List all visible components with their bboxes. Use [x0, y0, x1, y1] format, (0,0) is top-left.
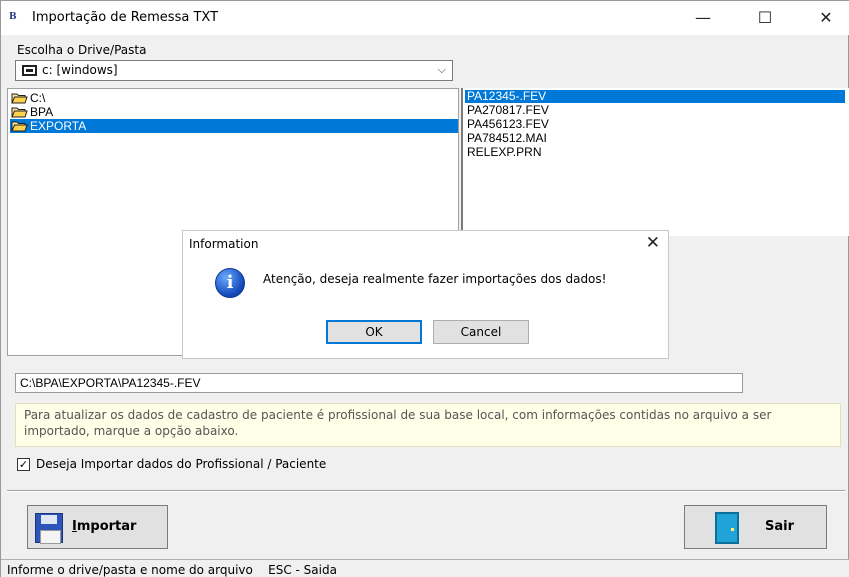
window-title: Importação de Remessa TXT: [32, 10, 219, 25]
exit-button-label: Sair: [765, 519, 795, 534]
directory-label: C:\: [30, 91, 46, 105]
drive-icon: [22, 65, 37, 76]
import-label-rest: mportar: [76, 519, 137, 534]
chevron-down-icon[interactable]: ⌵: [438, 63, 446, 77]
separator: [7, 490, 845, 492]
status-text: Informe o drive/pasta e nome do arquivo …: [7, 563, 337, 577]
dialog-close-icon[interactable]: ✕: [646, 233, 660, 253]
door-exit-icon: [715, 512, 739, 544]
directory-label: BPA: [30, 105, 54, 119]
information-dialog: Information ✕ i Atenção, deseja realment…: [182, 230, 669, 359]
checkbox-label[interactable]: Deseja Importar dados do Profissional / …: [36, 457, 326, 471]
folder-open-icon: [11, 121, 28, 132]
import-button-label: Importar: [72, 519, 136, 534]
information-icon: i: [215, 268, 245, 298]
app-icon: B: [9, 12, 17, 22]
info-message: Para atualizar os dados de cadastro de p…: [15, 403, 841, 447]
minimize-button[interactable]: —: [680, 1, 726, 35]
file-item[interactable]: RELEXP.PRN: [467, 146, 541, 159]
file-item[interactable]: PA12345-.FEV: [465, 90, 845, 103]
file-list[interactable]: PA12345-.FEV PA270817.FEV PA456123.FEV PA78…: [461, 88, 849, 236]
file-path-input[interactable]: C:\BPA\EXPORTA\PA12345-.FEV: [15, 373, 743, 393]
drive-label: Escolha o Drive/Pasta: [17, 43, 147, 57]
directory-item[interactable]: EXPORTA: [10, 119, 458, 133]
floppy-disk-icon: [35, 513, 63, 544]
status-bar: Informe o drive/pasta e nome do arquivo …: [1, 559, 849, 577]
drive-selected-value: c: [windows]: [42, 63, 118, 77]
import-professional-checkbox[interactable]: ✓: [17, 458, 30, 471]
import-button[interactable]: Importar: [27, 505, 168, 549]
folder-open-icon: [11, 107, 28, 118]
ok-button[interactable]: OK: [326, 320, 422, 344]
directory-item[interactable]: C:\: [10, 91, 45, 105]
cancel-button[interactable]: Cancel: [433, 320, 529, 344]
maximize-button[interactable]: ☐: [742, 1, 788, 35]
file-item[interactable]: PA456123.FEV: [467, 118, 549, 131]
file-item[interactable]: PA270817.FEV: [467, 104, 549, 117]
directory-label: EXPORTA: [30, 119, 87, 133]
main-window: B Importação de Remessa TXT — ☐ ✕ Escolh…: [0, 0, 849, 577]
drive-select[interactable]: c: [windows] ⌵: [15, 60, 453, 81]
dialog-title: Information: [189, 237, 259, 251]
dialog-message: Atenção, deseja realmente fazer importaç…: [263, 272, 607, 286]
file-item[interactable]: PA784512.MAI: [467, 132, 547, 145]
exit-button[interactable]: Sair: [684, 505, 827, 549]
folder-open-icon: [11, 93, 28, 104]
title-bar[interactable]: B Importação de Remessa TXT — ☐ ✕: [1, 1, 849, 35]
close-button[interactable]: ✕: [803, 1, 849, 35]
directory-item[interactable]: BPA: [10, 105, 53, 119]
